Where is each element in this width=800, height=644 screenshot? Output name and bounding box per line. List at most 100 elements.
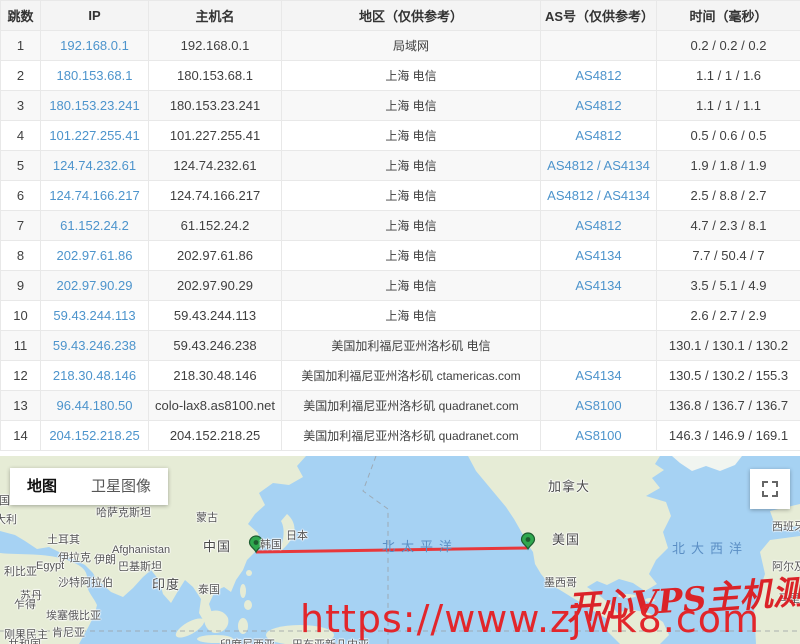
cell-ip[interactable]: 61.152.24.2 xyxy=(41,211,149,241)
cell-hop: 7 xyxy=(1,211,41,241)
cell-asn[interactable]: AS4134 xyxy=(541,361,657,391)
cell-asn[interactable]: AS4812 / AS4134 xyxy=(541,151,657,181)
country-label: 西班牙 xyxy=(772,518,800,534)
cell-ip[interactable]: 124.74.232.61 xyxy=(41,151,149,181)
table-row: 1192.168.0.1192.168.0.1局域网0.2 / 0.2 / 0.… xyxy=(1,31,800,61)
cell-region: 上海 电信 xyxy=(282,181,541,211)
cell-asn[interactable]: AS4134 xyxy=(541,271,657,301)
country-label: 中国 xyxy=(203,536,231,555)
cell-time: 2.6 / 2.7 / 2.9 xyxy=(657,301,800,331)
cell-hop: 4 xyxy=(1,121,41,151)
fullscreen-icon xyxy=(761,480,779,498)
cell-time: 130.5 / 130.2 / 155.3 xyxy=(657,361,800,391)
cell-ip[interactable]: 180.153.23.241 xyxy=(41,91,149,121)
column-header-time: 时间（毫秒） xyxy=(657,1,800,31)
country-label: 肯尼亚 xyxy=(52,624,85,640)
cell-asn xyxy=(541,301,657,331)
cell-hop: 6 xyxy=(1,181,41,211)
cell-hostname: 124.74.166.217 xyxy=(149,181,282,211)
cell-hop: 12 xyxy=(1,361,41,391)
cell-ip[interactable]: 202.97.61.86 xyxy=(41,241,149,271)
cell-region: 局域网 xyxy=(282,31,541,61)
table-row: 14204.152.218.25204.152.218.25美国加利福尼亚州洛杉… xyxy=(1,421,800,451)
country-label: 乍得 xyxy=(14,596,36,612)
country-label: 沙特阿拉伯 xyxy=(58,574,113,590)
country-label: 韩国 xyxy=(260,536,282,552)
cell-hostname: 101.227.255.41 xyxy=(149,121,282,151)
column-header-hostname: 主机名 xyxy=(149,1,282,31)
country-label: 哈萨克斯坦 xyxy=(96,504,151,520)
cell-asn[interactable]: AS4812 xyxy=(541,61,657,91)
country-label: 加拿大 xyxy=(548,476,590,495)
cell-hostname: 61.152.24.2 xyxy=(149,211,282,241)
cell-hop: 8 xyxy=(1,241,41,271)
watermark-url: https://www.zjwk8.com xyxy=(300,597,760,641)
country-label: 利比亚 xyxy=(4,563,37,579)
cell-ip[interactable]: 96.44.180.50 xyxy=(41,391,149,421)
cell-ip[interactable]: 204.152.218.25 xyxy=(41,421,149,451)
table-row: 8202.97.61.86202.97.61.86上海 电信AS41347.7 … xyxy=(1,241,800,271)
cell-hostname: 59.43.244.113 xyxy=(149,301,282,331)
cell-ip[interactable]: 101.227.255.41 xyxy=(41,121,149,151)
traceroute-table: 跳数IP主机名地区（仅供参考）AS号（仅供参考）时间（毫秒） 1192.168.… xyxy=(0,0,800,451)
cell-time: 3.5 / 5.1 / 4.9 xyxy=(657,271,800,301)
cell-asn[interactable]: AS4812 xyxy=(541,91,657,121)
cell-hop: 2 xyxy=(1,61,41,91)
country-label: 印度 xyxy=(152,574,180,593)
table-header-row: 跳数IP主机名地区（仅供参考）AS号（仅供参考）时间（毫秒） xyxy=(1,1,800,31)
fullscreen-button[interactable] xyxy=(750,469,790,509)
country-label: 日本 xyxy=(286,527,308,543)
map-view-button[interactable]: 地图 xyxy=(10,468,74,505)
cell-time: 146.3 / 146.9 / 169.1 xyxy=(657,421,800,451)
cell-time: 1.9 / 1.8 / 1.9 xyxy=(657,151,800,181)
cell-asn[interactable]: AS4812 / AS4134 xyxy=(541,181,657,211)
cell-ip[interactable]: 218.30.48.146 xyxy=(41,361,149,391)
world-map[interactable]: 英国意大利哈萨克斯坦蒙古土耳其中国韩国日本伊拉克伊朗Afghanistan巴基斯… xyxy=(0,456,800,644)
table-row: 1059.43.244.11359.43.244.113上海 电信2.6 / 2… xyxy=(1,301,800,331)
cell-hostname: 59.43.246.238 xyxy=(149,331,282,361)
cell-region: 美国加利福尼亚州洛杉矶 ctamericas.com xyxy=(282,361,541,391)
country-label: 巴基斯坦 xyxy=(118,558,162,574)
table-row: 4101.227.255.41101.227.255.41上海 电信AS4812… xyxy=(1,121,800,151)
cell-hostname: 204.152.218.25 xyxy=(149,421,282,451)
cell-time: 0.5 / 0.6 / 0.5 xyxy=(657,121,800,151)
cell-time: 0.2 / 0.2 / 0.2 xyxy=(657,31,800,61)
ocean-label: 北大西洋 xyxy=(672,538,748,557)
cell-asn[interactable]: AS8100 xyxy=(541,391,657,421)
country-label: 蒙古 xyxy=(196,509,218,525)
cell-asn[interactable]: AS4812 xyxy=(541,121,657,151)
cell-region: 上海 电信 xyxy=(282,301,541,331)
cell-asn[interactable]: AS4812 xyxy=(541,211,657,241)
cell-region: 上海 电信 xyxy=(282,61,541,91)
cell-time: 2.5 / 8.8 / 2.7 xyxy=(657,181,800,211)
cell-ip[interactable]: 202.97.90.29 xyxy=(41,271,149,301)
country-label: Afghanistan xyxy=(112,544,170,556)
cell-hostname: colo-lax8.as8100.net xyxy=(149,391,282,421)
cell-time: 7.7 / 50.4 / 7 xyxy=(657,241,800,271)
table-row: 761.152.24.261.152.24.2上海 电信AS48124.7 / … xyxy=(1,211,800,241)
cell-ip[interactable]: 124.74.166.217 xyxy=(41,181,149,211)
cell-ip[interactable]: 180.153.68.1 xyxy=(41,61,149,91)
cell-ip[interactable]: 192.168.0.1 xyxy=(41,31,149,61)
cell-hop: 14 xyxy=(1,421,41,451)
cell-hostname: 180.153.23.241 xyxy=(149,91,282,121)
cell-asn xyxy=(541,331,657,361)
country-label: 土耳其 xyxy=(47,531,80,547)
country-label: 美国 xyxy=(552,529,580,548)
cell-ip[interactable]: 59.43.244.113 xyxy=(41,301,149,331)
cell-ip[interactable]: 59.43.246.238 xyxy=(41,331,149,361)
map-type-control: 地图 卫星图像 xyxy=(10,468,168,505)
country-label: Egypt xyxy=(36,560,64,572)
cell-region: 上海 电信 xyxy=(282,271,541,301)
cell-hop: 10 xyxy=(1,301,41,331)
cell-hostname: 192.168.0.1 xyxy=(149,31,282,61)
cell-asn xyxy=(541,31,657,61)
cell-region: 上海 电信 xyxy=(282,211,541,241)
cell-asn[interactable]: AS8100 xyxy=(541,421,657,451)
table-row: 1159.43.246.23859.43.246.238美国加利福尼亚州洛杉矶 … xyxy=(1,331,800,361)
cell-hop: 3 xyxy=(1,91,41,121)
satellite-view-button[interactable]: 卫星图像 xyxy=(74,468,168,505)
cell-hostname: 202.97.61.86 xyxy=(149,241,282,271)
cell-asn[interactable]: AS4134 xyxy=(541,241,657,271)
column-header-hop: 跳数 xyxy=(1,1,41,31)
